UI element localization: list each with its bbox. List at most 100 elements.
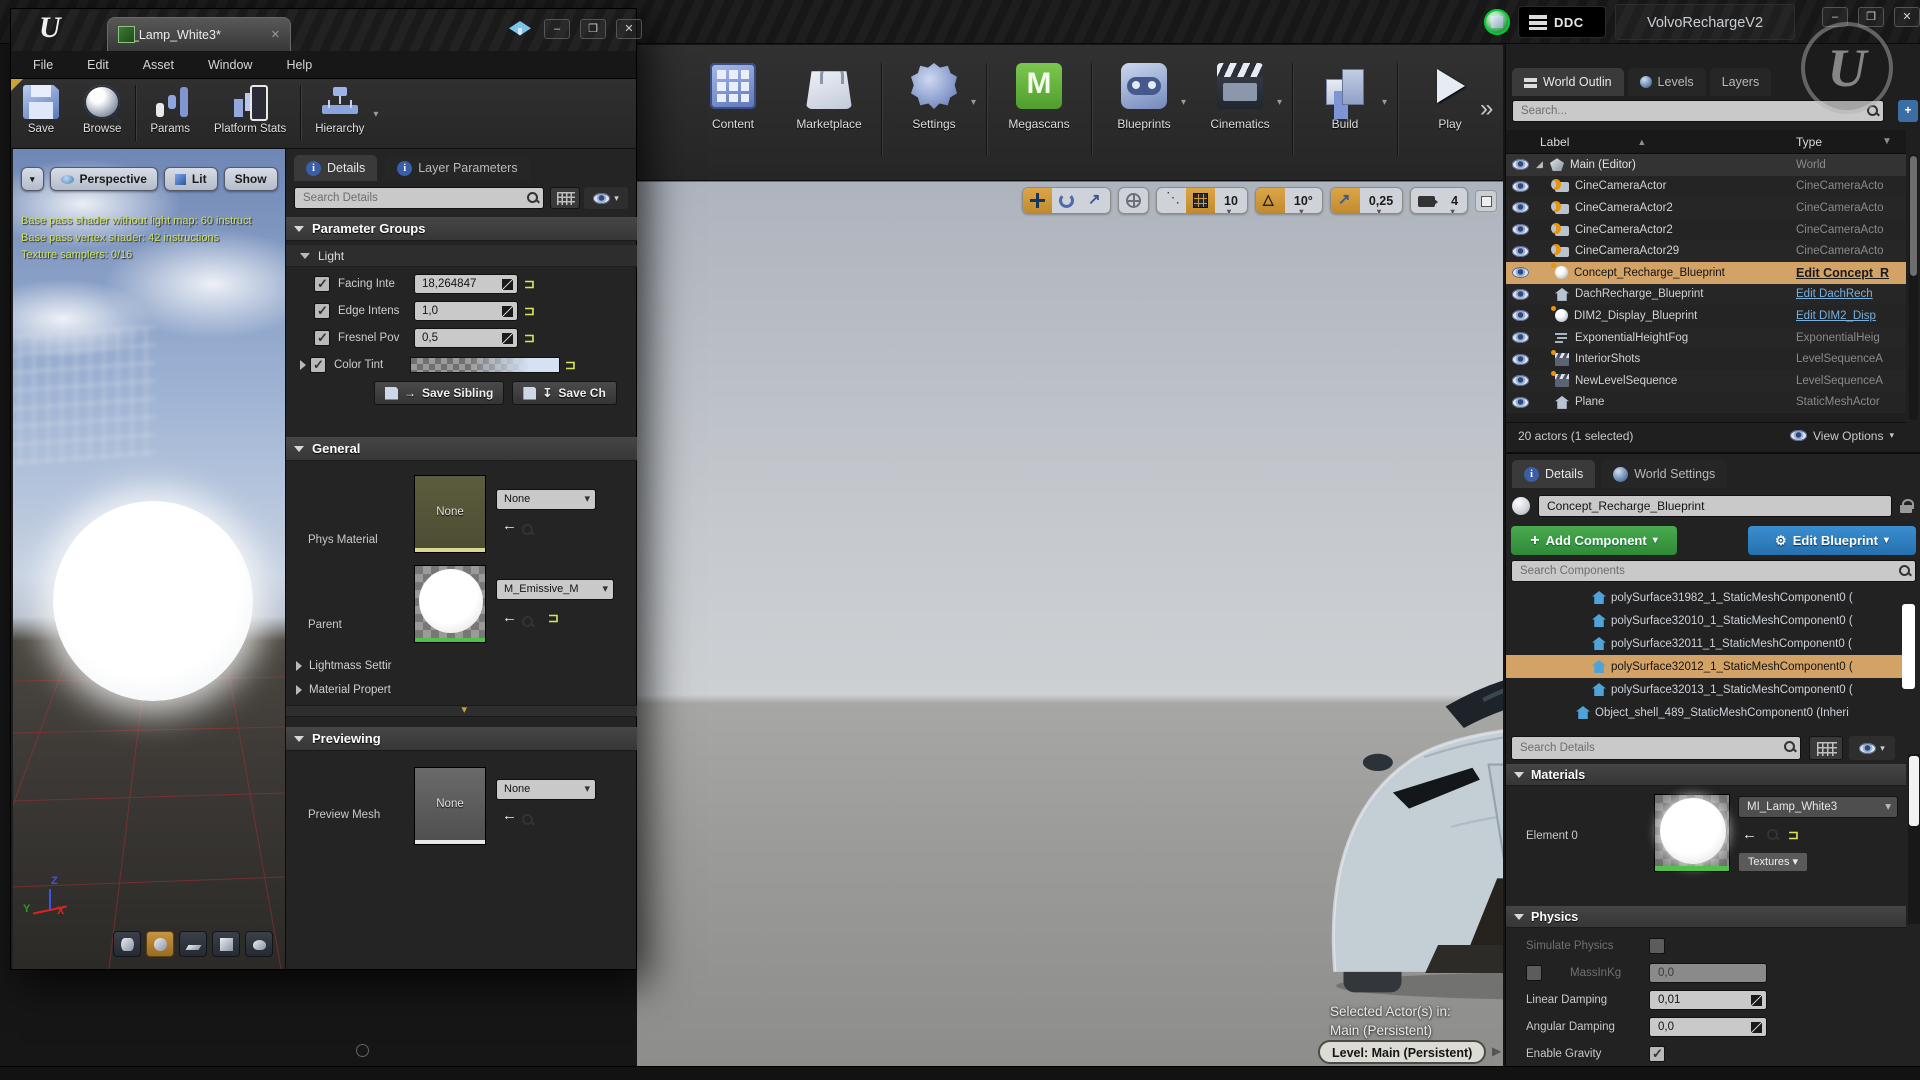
- minimize-button[interactable]: –: [544, 19, 570, 39]
- rotate-tool[interactable]: [1052, 188, 1081, 213]
- component-row[interactable]: polySurface32011_1_StaticMeshComponent0 …: [1506, 632, 1906, 655]
- panel-splitter[interactable]: [286, 703, 637, 717]
- property-matrix-button[interactable]: [550, 187, 580, 209]
- actor-label[interactable]: CineCameraActor2: [1575, 224, 1673, 236]
- previewing-section-header[interactable]: Previewing: [286, 727, 637, 751]
- level-indicator-button[interactable]: Level: Main (Persistent): [1318, 1040, 1487, 1064]
- eye-icon[interactable]: [1512, 267, 1529, 279]
- parent-thumbnail[interactable]: [414, 565, 486, 643]
- mi-asset-tab[interactable]: MI_Lamp_White3* ✕: [107, 17, 291, 51]
- eye-icon[interactable]: [1512, 375, 1529, 387]
- outliner-row[interactable]: CineCameraActor2 CineCameraActo: [1506, 218, 1906, 241]
- cube-preview-button[interactable]: [212, 931, 240, 957]
- browse-icon[interactable]: [1766, 828, 1779, 841]
- rotation-snap-value[interactable]: 10°: [1285, 188, 1322, 214]
- chevron-down-icon[interactable]: ▾: [373, 109, 378, 120]
- actor-label[interactable]: CineCameraActor: [1575, 180, 1666, 192]
- close-tab-icon[interactable]: ✕: [271, 28, 280, 41]
- component-row[interactable]: polySurface31982_1_StaticMeshComponent0 …: [1506, 586, 1906, 609]
- outliner-filter-button[interactable]: +: [1898, 100, 1918, 122]
- outliner-row[interactable]: ExponentialHeightFog ExponentialHeig: [1506, 326, 1906, 349]
- outliner-row[interactable]: InteriorShots LevelSequenceA: [1506, 348, 1906, 370]
- actor-name-field[interactable]: Concept_Recharge_Blueprint: [1538, 495, 1892, 517]
- actor-label[interactable]: DachRecharge_Blueprint: [1575, 288, 1704, 300]
- sphere-preview-button[interactable]: [146, 931, 174, 957]
- components-scrollbar[interactable]: [1902, 604, 1915, 689]
- toolbar-item-megascans[interactable]: Megascans: [991, 63, 1087, 131]
- column-type[interactable]: Type: [1796, 135, 1822, 149]
- lightmass-settings-row[interactable]: Lightmass Settir: [286, 655, 637, 677]
- eye-icon[interactable]: [1512, 224, 1529, 236]
- move-tool[interactable]: [1023, 188, 1052, 213]
- menu-asset[interactable]: Asset: [143, 58, 174, 72]
- toolbar-item-settings[interactable]: ▾ Settings: [886, 63, 982, 131]
- scale-tool[interactable]: [1081, 188, 1110, 213]
- mi-toolbar-save[interactable]: Save: [11, 85, 71, 135]
- phys-material-dropdown[interactable]: None: [496, 489, 596, 510]
- actor-label[interactable]: Main (Editor): [1570, 159, 1636, 171]
- outliner-row[interactable]: Concept_Recharge_Blueprint Edit Concept_R: [1506, 261, 1906, 284]
- tab-details[interactable]: i Details: [294, 155, 378, 181]
- override-checkbox[interactable]: [314, 276, 330, 292]
- actor-type[interactable]: Edit DIM2_Disp: [1796, 310, 1876, 322]
- actor-label[interactable]: NewLevelSequence: [1575, 375, 1677, 387]
- override-checkbox[interactable]: [310, 357, 326, 373]
- ddc-indicator[interactable]: DDC: [1518, 6, 1606, 38]
- tutorial-icon[interactable]: [509, 21, 531, 36]
- outliner-scrollbar[interactable]: [1909, 154, 1918, 420]
- spin-field[interactable]: 0,0: [1649, 1016, 1767, 1037]
- color-tint-swatch[interactable]: [410, 357, 560, 373]
- reset-icon[interactable]: ⊐: [524, 303, 535, 319]
- tab-details[interactable]: i Details: [1512, 460, 1596, 488]
- components-search-input[interactable]: [1511, 560, 1916, 582]
- component-label[interactable]: polySurface32013_1_StaticMeshComponent0 …: [1611, 684, 1853, 696]
- reset-icon[interactable]: ⊐: [524, 276, 535, 292]
- tab-levels[interactable]: Levels: [1627, 68, 1706, 96]
- actor-type[interactable]: Edit Concept_R: [1796, 266, 1889, 280]
- component-label[interactable]: polySurface32012_1_StaticMeshComponent0 …: [1611, 661, 1853, 673]
- actor-label[interactable]: Plane: [1575, 396, 1604, 408]
- outliner-row[interactable]: ◢ Main (Editor) World: [1506, 154, 1906, 176]
- tab-world-settings[interactable]: World Settings: [1601, 460, 1728, 488]
- eye-icon[interactable]: [1512, 288, 1529, 300]
- lit-button[interactable]: Lit: [163, 167, 218, 191]
- general-section-header[interactable]: General: [286, 437, 637, 461]
- eye-icon[interactable]: [1512, 332, 1529, 344]
- mass-override-checkbox[interactable]: [1526, 964, 1542, 981]
- mi-titlebar[interactable]: U MI_Lamp_White3* ✕ – ❐ ✕: [11, 9, 642, 51]
- surface-snap-toggle[interactable]: [1157, 188, 1186, 213]
- chevron-down-icon[interactable]: ▾: [1382, 97, 1387, 108]
- spinner-icon[interactable]: [1751, 994, 1762, 1006]
- outliner-row[interactable]: DachRecharge_Blueprint Edit DachRech: [1506, 283, 1906, 306]
- maximize-button[interactable]: ❐: [580, 19, 606, 39]
- component-label[interactable]: polySurface32011_1_StaticMeshComponent0 …: [1611, 638, 1852, 650]
- checkbox[interactable]: [1649, 937, 1665, 954]
- component-row[interactable]: polySurface32010_1_StaticMeshComponent0 …: [1506, 609, 1906, 632]
- viewport-options-dropdown[interactable]: ▾: [21, 167, 44, 191]
- browse-icon[interactable]: [521, 615, 534, 628]
- camera-speed-value[interactable]: 4: [1442, 188, 1467, 214]
- outliner-row[interactable]: NewLevelSequence LevelSequenceA: [1506, 369, 1906, 392]
- expand-arrow-icon[interactable]: ▶: [1492, 1044, 1501, 1058]
- eye-icon[interactable]: [1512, 310, 1529, 322]
- add-component-button[interactable]: + Add Component ▾: [1511, 526, 1677, 555]
- actor-label[interactable]: Concept_Recharge_Blueprint: [1574, 267, 1725, 279]
- scale-snap-toggle[interactable]: [1330, 188, 1360, 213]
- eye-icon[interactable]: [1512, 180, 1529, 192]
- override-checkbox[interactable]: [314, 330, 330, 346]
- lock-icon[interactable]: [1900, 499, 1914, 513]
- column-label[interactable]: Label: [1540, 135, 1569, 149]
- eye-icon[interactable]: [1512, 396, 1529, 408]
- reset-icon[interactable]: ⊐: [548, 610, 559, 626]
- parameter-groups-header[interactable]: Parameter Groups: [286, 217, 637, 241]
- fresnel-power-field[interactable]: 0,5: [414, 328, 518, 348]
- checkbox[interactable]: [1649, 1045, 1665, 1062]
- eye-icon[interactable]: [1512, 202, 1529, 214]
- chevron-down-icon[interactable]: ▾: [1277, 97, 1282, 108]
- spinner-icon[interactable]: [1751, 1021, 1762, 1033]
- display-filter-button[interactable]: ▾: [584, 187, 628, 209]
- world-local-toggle[interactable]: [1119, 188, 1148, 213]
- use-selected-icon[interactable]: ←: [502, 517, 517, 534]
- edit-blueprint-button[interactable]: ⚙ Edit Blueprint ▾: [1748, 526, 1916, 555]
- menu-help[interactable]: Help: [286, 58, 312, 72]
